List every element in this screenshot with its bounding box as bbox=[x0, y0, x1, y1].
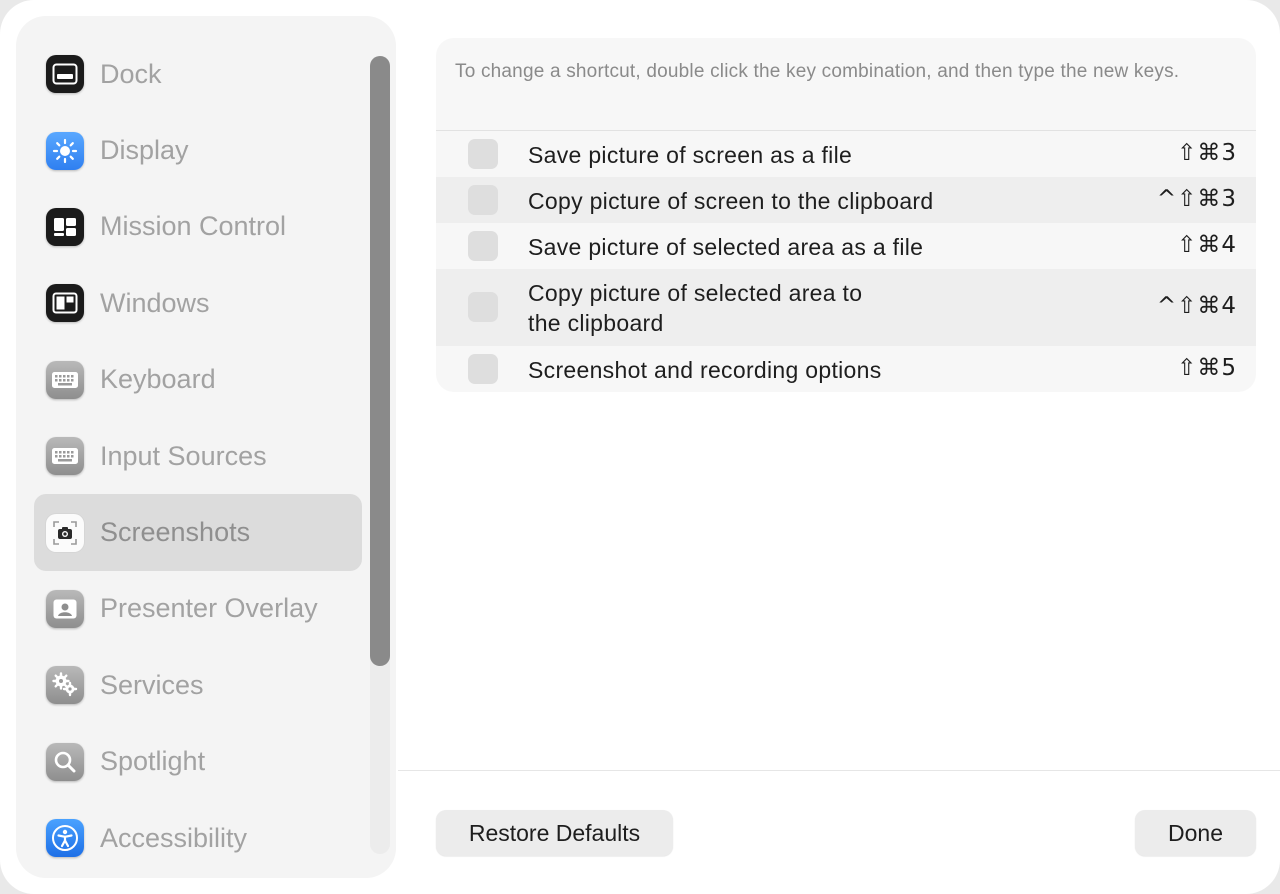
shortcut-checkbox[interactable] bbox=[468, 185, 498, 215]
sidebar-item-label: Input Sources bbox=[100, 440, 267, 471]
sidebar-item-keyboard[interactable]: Keyboard bbox=[34, 342, 362, 418]
shortcut-keys[interactable]: ⇧⌘4 bbox=[1177, 232, 1237, 258]
magnifier-icon bbox=[46, 742, 84, 781]
shortcut-label: Screenshot and recording options bbox=[528, 357, 882, 383]
sidebar: Dock Display Mission Control Windows Key… bbox=[16, 16, 396, 878]
keyboard-icon bbox=[46, 360, 84, 399]
sidebar-scrollbar-thumb[interactable] bbox=[370, 56, 390, 666]
shortcut-row[interactable]: Save picture of selected area as a file … bbox=[436, 223, 1256, 269]
shortcut-keys[interactable]: ⇧⌘3 bbox=[1177, 140, 1237, 166]
shortcut-row[interactable]: Copy picture of selected area to the cli… bbox=[436, 269, 1256, 346]
sidebar-item-windows[interactable]: Windows bbox=[34, 265, 362, 341]
shortcut-label: Save picture of screen as a file bbox=[528, 142, 853, 168]
shortcut-keys[interactable]: ⇧⌘5 bbox=[1177, 355, 1237, 381]
gears-icon bbox=[46, 666, 84, 705]
shortcut-label: Save picture of selected area as a file bbox=[528, 234, 924, 260]
shortcut-label-line-1: Copy picture of selected area to bbox=[528, 280, 863, 306]
shortcut-row[interactable]: Save picture of screen as a file ⇧⌘3 bbox=[436, 131, 1256, 177]
shortcut-checkbox[interactable] bbox=[468, 354, 498, 384]
instruction-text: To change a shortcut, double click the k… bbox=[455, 61, 1180, 82]
sidebar-item-label: Windows bbox=[100, 287, 210, 318]
sidebar-item-label: Accessibility bbox=[100, 822, 248, 853]
input-sources-icon bbox=[46, 437, 84, 476]
presenter-overlay-icon bbox=[46, 589, 84, 628]
sidebar-list: Dock Display Mission Control Windows Key… bbox=[34, 36, 362, 876]
sidebar-item-input-sources[interactable]: Input Sources bbox=[34, 418, 362, 494]
sidebar-item-label: Screenshots bbox=[100, 517, 251, 548]
shortcut-keys[interactable]: ^⇧⌘4 bbox=[1157, 293, 1237, 319]
sidebar-item-label: Mission Control bbox=[100, 211, 287, 242]
shortcut-row[interactable]: Copy picture of screen to the clipboard … bbox=[436, 177, 1256, 223]
display-brightness-icon bbox=[46, 131, 84, 170]
accessibility-icon bbox=[46, 819, 84, 858]
shortcut-label: Copy picture of screen to the clipboard bbox=[528, 188, 934, 214]
shortcut-checkbox[interactable] bbox=[468, 231, 498, 261]
windows-icon bbox=[46, 284, 84, 323]
sidebar-item-accessibility[interactable]: Accessibility bbox=[34, 800, 362, 876]
dock-icon bbox=[46, 55, 84, 94]
sidebar-item-label: Display bbox=[100, 135, 189, 166]
sidebar-item-label: Dock bbox=[100, 58, 162, 89]
shortcut-row[interactable]: Screenshot and recording options ⇧⌘5 bbox=[436, 346, 1256, 392]
sidebar-item-spotlight[interactable]: Spotlight bbox=[34, 724, 362, 800]
sidebar-item-label: Presenter Overlay bbox=[100, 593, 318, 624]
shortcut-label-line-2: the clipboard bbox=[528, 310, 664, 336]
shortcuts-settings-window: Dock Display Mission Control Windows Key… bbox=[0, 0, 1280, 894]
sidebar-item-presenter-overlay[interactable]: Presenter Overlay bbox=[34, 571, 362, 647]
sidebar-item-mission-control[interactable]: Mission Control bbox=[34, 189, 362, 265]
sidebar-item-display[interactable]: Display bbox=[34, 112, 362, 188]
sidebar-scrollbar[interactable] bbox=[370, 56, 390, 854]
sidebar-item-screenshots[interactable]: Screenshots bbox=[34, 494, 362, 571]
shortcut-checkbox[interactable] bbox=[468, 139, 498, 169]
sidebar-item-label: Keyboard bbox=[100, 364, 216, 395]
done-button[interactable]: Done bbox=[1135, 810, 1256, 856]
screenshot-camera-icon bbox=[46, 513, 84, 552]
footer-divider bbox=[398, 770, 1280, 771]
sidebar-item-label: Spotlight bbox=[100, 746, 206, 777]
mission-control-icon bbox=[46, 207, 84, 246]
sidebar-item-services[interactable]: Services bbox=[34, 647, 362, 723]
shortcuts-panel: To change a shortcut, double click the k… bbox=[436, 38, 1256, 392]
shortcut-keys[interactable]: ^⇧⌘3 bbox=[1157, 186, 1237, 212]
shortcut-checkbox[interactable] bbox=[468, 292, 498, 322]
restore-defaults-button[interactable]: Restore Defaults bbox=[436, 810, 673, 856]
sidebar-item-dock[interactable]: Dock bbox=[34, 36, 362, 112]
sidebar-item-label: Services bbox=[100, 669, 204, 700]
